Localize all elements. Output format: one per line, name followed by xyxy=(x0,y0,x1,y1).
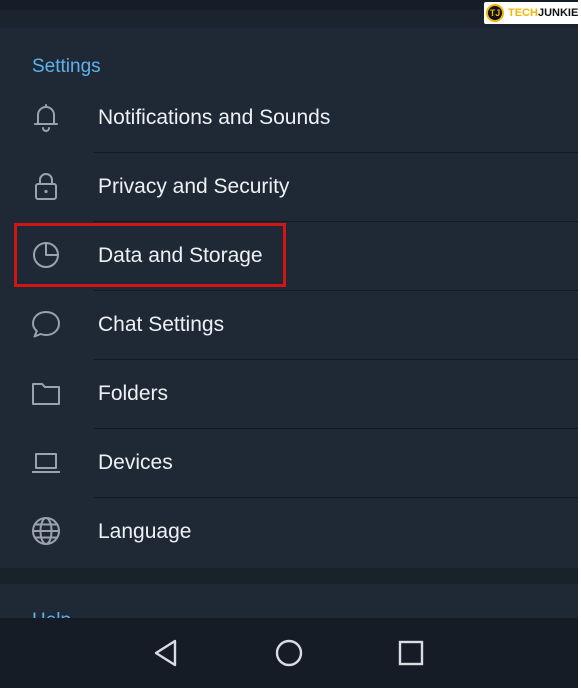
settings-item-label: Chat Settings xyxy=(98,313,225,336)
highlight-box-data-storage xyxy=(14,223,286,287)
chat-bubble-icon xyxy=(29,307,63,341)
techjunkie-watermark: TJ TECH JUNKIE xyxy=(484,2,578,24)
settings-item-label: Folders xyxy=(98,382,169,405)
settings-item-privacy[interactable]: Privacy and Security xyxy=(0,152,578,221)
folder-icon xyxy=(29,376,63,410)
watermark-text-junkie: JUNKIE xyxy=(537,7,578,19)
settings-screen: TJ TECH JUNKIE Settings Notifications and… xyxy=(0,0,578,688)
settings-item-language[interactable]: Language xyxy=(0,497,578,566)
globe-icon xyxy=(29,514,63,548)
back-triangle-icon[interactable] xyxy=(148,635,184,671)
lock-icon xyxy=(29,169,63,203)
settings-item-label: Language xyxy=(98,520,192,543)
home-circle-icon[interactable] xyxy=(271,635,307,671)
watermark-text-tech: TECH xyxy=(508,7,538,19)
settings-item-label: Devices xyxy=(98,451,173,474)
settings-item-label: Notifications and Sounds xyxy=(98,106,331,129)
settings-item-label: Privacy and Security xyxy=(98,175,290,198)
settings-item-devices[interactable]: Devices xyxy=(0,428,578,497)
logo-letters: TJ xyxy=(489,8,501,18)
settings-item-notifications[interactable]: Notifications and Sounds xyxy=(0,83,578,152)
section-title-settings: Settings xyxy=(32,56,101,77)
settings-item-folders[interactable]: Folders xyxy=(0,359,578,428)
help-section: Help xyxy=(0,584,578,618)
section-separator xyxy=(0,568,578,584)
laptop-icon xyxy=(29,445,63,479)
settings-item-chat-settings[interactable]: Chat Settings xyxy=(0,290,578,359)
bell-icon xyxy=(29,100,63,134)
section-title-help: Help xyxy=(32,610,71,618)
recents-square-icon[interactable] xyxy=(393,635,429,671)
techjunkie-logo-icon: TJ xyxy=(486,4,504,22)
navigation-bar xyxy=(0,618,578,688)
